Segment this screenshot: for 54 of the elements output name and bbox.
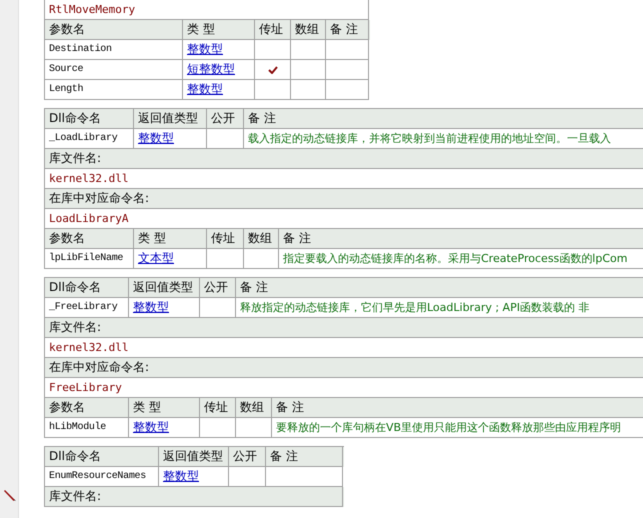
column-header: 类 型 (129, 398, 200, 418)
column-header: Dll命令名 (45, 447, 159, 467)
type-link[interactable]: 文本型 (138, 251, 174, 265)
column-header: Dll命令名 (45, 278, 129, 298)
column-header: 参数名 (45, 20, 183, 40)
remark-text: 释放指定的动态链接库，它们早先是用LoadLibrary ; API函数装载的 非 (240, 301, 590, 314)
column-header: 备 注 (236, 278, 643, 298)
remark-text: 载入指定的动态链接库，并将它映射到当前进程使用的地址空间。一旦载入 (248, 132, 611, 145)
column-header: Dll命令名 (45, 109, 134, 129)
column-header: 公开 (200, 278, 236, 298)
check-icon (268, 66, 278, 74)
column-header: 传址 (207, 229, 244, 249)
column-header: 数组 (244, 229, 279, 249)
type-link[interactable]: 整数型 (187, 42, 223, 56)
type-link[interactable]: 整数型 (138, 131, 174, 145)
type-link[interactable]: 整数型 (133, 420, 169, 434)
column-header: 返回值类型 (159, 447, 229, 467)
table-cell (326, 80, 369, 100)
column-header: 数组 (291, 20, 326, 40)
type-link[interactable]: 整数型 (133, 300, 169, 314)
type-link[interactable]: 整数型 (163, 469, 199, 483)
field-label: 在库中对应命令名: (45, 189, 643, 209)
field-label: 库文件名: (45, 318, 643, 338)
column-header: 备 注 (326, 20, 369, 40)
column-header: 返回值类型 (129, 278, 200, 298)
field-label: 库文件名: (45, 149, 643, 169)
table-cell (326, 40, 369, 60)
parameter-name-cell: hLibModule (45, 418, 129, 438)
column-header: 公开 (229, 447, 266, 467)
parameter-name-cell: Destination (45, 40, 183, 60)
column-header: 数组 (236, 398, 272, 418)
column-header: 备 注 (266, 447, 343, 467)
column-header: 参数名 (45, 398, 129, 418)
remark-text: 指定要载入的动态链接库的名称。采用与CreateProcess函数的lpCom (283, 252, 628, 265)
column-header: 传址 (255, 20, 291, 40)
pencil-icon (3, 488, 17, 502)
column-header: 传址 (200, 398, 236, 418)
type-link[interactable]: 整数型 (187, 82, 223, 96)
column-header: 类 型 (183, 20, 255, 40)
field-label: 在库中对应命令名: (45, 358, 643, 378)
column-header: 参数名 (45, 229, 134, 249)
column-header: 返回值类型 (134, 109, 207, 129)
parameter-name-cell: Source (45, 60, 183, 80)
column-header: 类 型 (134, 229, 207, 249)
column-header: 备 注 (244, 109, 643, 129)
table-cell (326, 60, 369, 80)
parameter-name-cell: Length (45, 80, 183, 100)
remark-text: 要释放的一个库句柄在VB里使用只能用这个函数释放那些由应用程序明 (276, 421, 622, 434)
parameter-name-cell: lpLibFileName (45, 249, 134, 269)
column-header: 备 注 (272, 398, 643, 418)
type-link[interactable]: 短整数型 (187, 62, 235, 76)
column-header: 备 注 (279, 229, 643, 249)
column-header: 公开 (207, 109, 244, 129)
field-label: 库文件名: (45, 487, 343, 507)
